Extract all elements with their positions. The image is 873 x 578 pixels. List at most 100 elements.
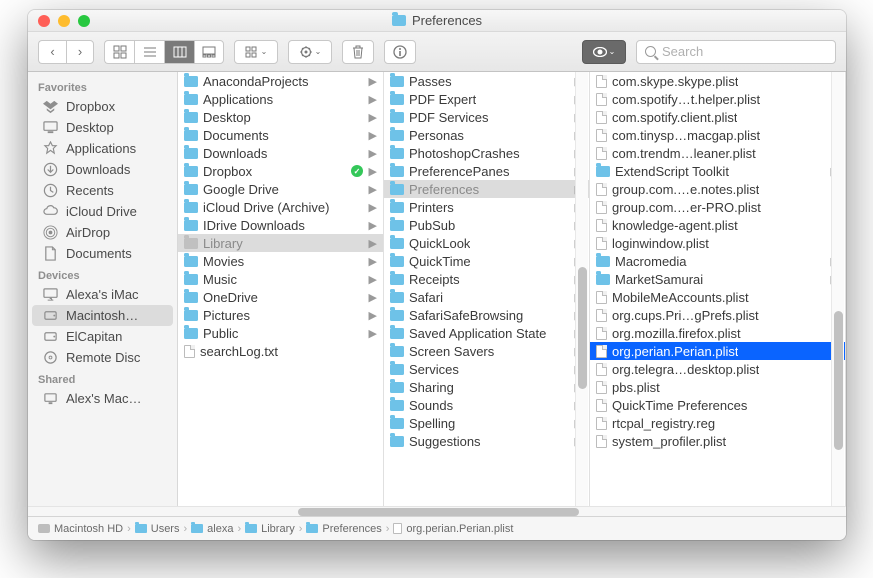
file-row[interactable]: com.spotify.client.plist (590, 108, 845, 126)
file-row[interactable]: Dropbox✓▶ (178, 162, 383, 180)
file-row[interactable]: Receipts▶ (384, 270, 589, 288)
file-row[interactable]: Safari▶ (384, 288, 589, 306)
file-row[interactable]: IDrive Downloads▶ (178, 216, 383, 234)
file-row[interactable]: QuickLook▶ (384, 234, 589, 252)
privacy-dropdown[interactable]: ⌄ (582, 40, 626, 64)
file-row[interactable]: OneDrive▶ (178, 288, 383, 306)
info-button[interactable] (384, 40, 416, 64)
column[interactable]: Passes▶PDF Expert▶PDF Services▶Personas▶… (384, 72, 590, 506)
file-row[interactable]: Sounds▶ (384, 396, 589, 414)
file-row[interactable]: Downloads▶ (178, 144, 383, 162)
file-row[interactable]: Screen Savers▶ (384, 342, 589, 360)
file-row[interactable]: PDF Services▶ (384, 108, 589, 126)
file-row[interactable]: MarketSamurai▶ (590, 270, 845, 288)
search-input[interactable]: Search (636, 40, 836, 64)
sidebar-item[interactable]: Recents (28, 180, 177, 201)
file-row[interactable]: Movies▶ (178, 252, 383, 270)
file-row[interactable]: PhotoshopCrashes▶ (384, 144, 589, 162)
file-row[interactable]: Suggestions▶ (384, 432, 589, 450)
sidebar-item[interactable]: Dropbox (28, 96, 177, 117)
file-row[interactable]: QuickTime Preferences (590, 396, 845, 414)
sidebar-item[interactable]: Downloads (28, 159, 177, 180)
action-dropdown[interactable]: ⌄ (288, 40, 332, 64)
file-row[interactable]: iCloud Drive (Archive)▶ (178, 198, 383, 216)
column[interactable]: com.skype.skype.plistcom.spotify…t.helpe… (590, 72, 846, 506)
file-row[interactable]: com.tinysp…macgap.plist (590, 126, 845, 144)
file-row[interactable]: QuickTime▶ (384, 252, 589, 270)
file-row[interactable]: Desktop▶ (178, 108, 383, 126)
sidebar-item[interactable]: iCloud Drive (28, 201, 177, 222)
horizontal-scrollbar[interactable] (28, 506, 846, 516)
sidebar-item[interactable]: Macintosh… (32, 305, 173, 326)
sidebar-item[interactable]: Desktop (28, 117, 177, 138)
file-row[interactable]: Music▶ (178, 270, 383, 288)
file-row[interactable]: Applications▶ (178, 90, 383, 108)
file-row[interactable]: loginwindow.plist (590, 234, 845, 252)
view-column-button[interactable] (164, 40, 194, 64)
file-row[interactable]: com.trendm…leaner.plist (590, 144, 845, 162)
file-row[interactable]: Services▶ (384, 360, 589, 378)
file-row[interactable]: pbs.plist (590, 378, 845, 396)
file-row[interactable]: org.mozilla.firefox.plist (590, 324, 845, 342)
file-row[interactable]: Macromedia▶ (590, 252, 845, 270)
file-row[interactable]: SafariSafeBrowsing▶ (384, 306, 589, 324)
file-row[interactable]: Personas▶ (384, 126, 589, 144)
vertical-scrollbar[interactable] (831, 72, 844, 506)
back-button[interactable]: ‹ (38, 40, 66, 64)
vertical-scroll-thumb[interactable] (834, 311, 843, 450)
path-segment[interactable]: Library (245, 523, 295, 535)
path-segment[interactable]: Users (135, 523, 180, 535)
arrange-dropdown[interactable]: ⌄ (234, 40, 278, 64)
zoom-button[interactable] (78, 15, 90, 27)
sidebar[interactable]: FavoritesDropboxDesktopApplicationsDownl… (28, 72, 178, 506)
file-row[interactable]: com.spotify…t.helper.plist (590, 90, 845, 108)
file-row[interactable]: Documents▶ (178, 126, 383, 144)
file-row[interactable]: searchLog.txt (178, 342, 383, 360)
sidebar-item[interactable]: Alexa's iMac (28, 284, 177, 305)
horizontal-scroll-thumb[interactable] (298, 508, 579, 516)
column[interactable]: AnacondaProjects▶Applications▶Desktop▶Do… (178, 72, 384, 506)
file-row[interactable]: Public▶ (178, 324, 383, 342)
file-row[interactable]: Printers▶ (384, 198, 589, 216)
file-row[interactable]: Library▶ (178, 234, 383, 252)
sidebar-item[interactable]: Documents (28, 243, 177, 264)
file-row[interactable]: com.skype.skype.plist (590, 72, 845, 90)
file-row[interactable]: group.com.…er-PRO.plist (590, 198, 845, 216)
file-row[interactable]: MobileMeAccounts.plist (590, 288, 845, 306)
path-segment[interactable]: Preferences (306, 523, 381, 535)
file-row[interactable]: PDF Expert▶ (384, 90, 589, 108)
file-row[interactable]: ExtendScript Toolkit▶ (590, 162, 845, 180)
file-row[interactable]: Saved Application State▶ (384, 324, 589, 342)
file-row[interactable]: Passes▶ (384, 72, 589, 90)
file-row[interactable]: org.perian.Perian.plist (590, 342, 845, 360)
sidebar-item[interactable]: ElCapitan (28, 326, 177, 347)
view-gallery-button[interactable] (194, 40, 224, 64)
file-row[interactable]: PreferencePanes▶ (384, 162, 589, 180)
path-segment[interactable]: alexa (191, 523, 233, 535)
vertical-scroll-thumb[interactable] (578, 267, 587, 389)
minimize-button[interactable] (58, 15, 70, 27)
close-button[interactable] (38, 15, 50, 27)
file-row[interactable]: PubSub▶ (384, 216, 589, 234)
file-row[interactable]: Google Drive▶ (178, 180, 383, 198)
file-row[interactable]: system_profiler.plist (590, 432, 845, 450)
file-row[interactable]: rtcpal_registry.reg (590, 414, 845, 432)
file-row[interactable]: Sharing▶ (384, 378, 589, 396)
sidebar-item[interactable]: Remote Disc (28, 347, 177, 368)
sidebar-item[interactable]: Applications (28, 138, 177, 159)
view-list-button[interactable] (134, 40, 164, 64)
file-row[interactable]: org.telegra…desktop.plist (590, 360, 845, 378)
sidebar-item[interactable]: Alex's Mac… (28, 388, 177, 409)
file-row[interactable]: Pictures▶ (178, 306, 383, 324)
file-row[interactable]: AnacondaProjects▶ (178, 72, 383, 90)
view-icon-button[interactable] (104, 40, 134, 64)
trash-button[interactable] (342, 40, 374, 64)
path-segment[interactable]: Macintosh HD (38, 523, 123, 535)
forward-button[interactable]: › (66, 40, 94, 64)
vertical-scrollbar[interactable] (575, 72, 588, 506)
path-segment[interactable]: org.perian.Perian.plist (393, 523, 513, 535)
file-row[interactable]: org.cups.Pri…gPrefs.plist (590, 306, 845, 324)
sidebar-item[interactable]: AirDrop (28, 222, 177, 243)
file-row[interactable]: group.com.…e.notes.plist (590, 180, 845, 198)
file-row[interactable]: knowledge-agent.plist (590, 216, 845, 234)
